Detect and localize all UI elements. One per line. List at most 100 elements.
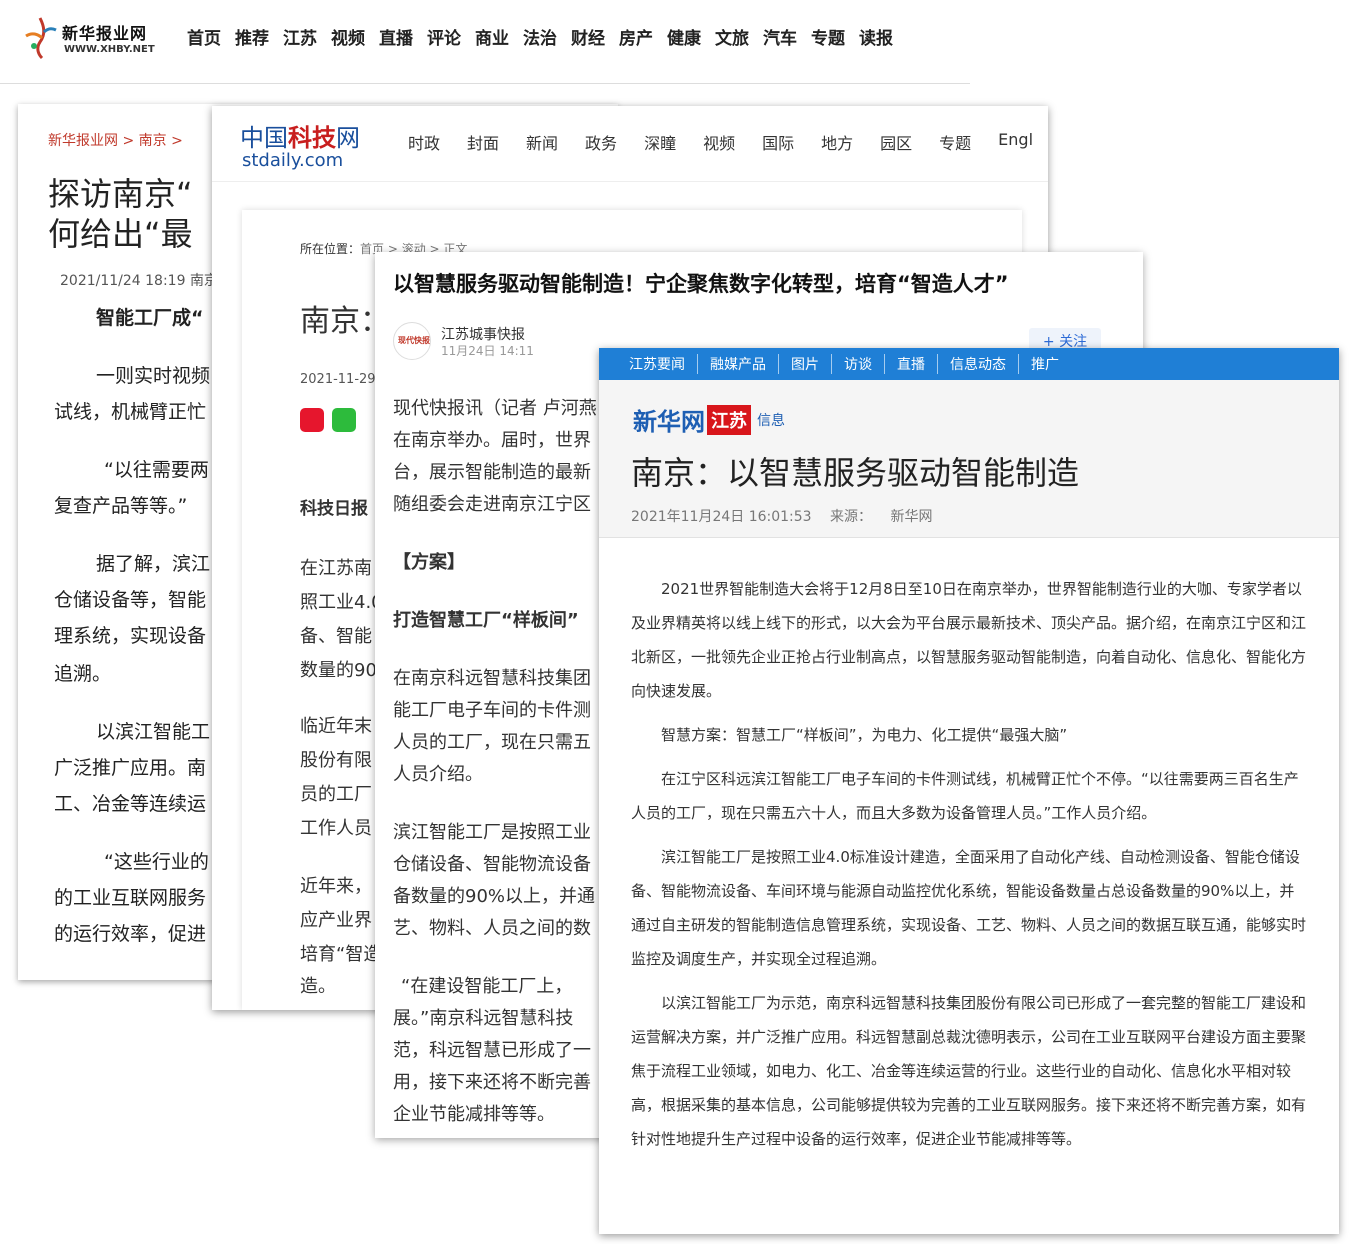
article-line: 广泛推广应用。南 <box>54 757 207 779</box>
nav-item-english[interactable]: Engl <box>998 130 1033 154</box>
xhnet-panel: 江苏要闻 融媒产品 图片 访谈 直播 信息动态 推广 新华网 江苏 信息 南京：以智… <box>599 348 1339 1234</box>
article-line: 一则实时视频 <box>96 365 211 387</box>
article-date: 2021-11-29 <box>300 372 376 387</box>
nav-item-recommend[interactable]: 推荐 <box>235 24 269 49</box>
xhnet-nav-bar: 江苏要闻 融媒产品 图片 访谈 直播 信息动态 推广 <box>599 348 1339 380</box>
logo-text: 网 <box>336 124 360 152</box>
article-line: 复查产品等等。” <box>54 495 188 517</box>
article-line: 在南京举办。届时，世界 <box>393 430 591 451</box>
nav-item-auto[interactable]: 汽车 <box>763 24 797 49</box>
article-line: 能工厂电子车间的卡件测 <box>393 700 591 721</box>
stdaily-logo-en: stdaily.com <box>242 150 344 171</box>
nav-item-topics[interactable]: 专题 <box>939 130 971 154</box>
nav-item-promotion[interactable]: 推广 <box>1018 354 1071 374</box>
nav-item-media-products[interactable]: 融媒产品 <box>697 354 778 374</box>
article-meta: 2021年11月24日 16:01:53 来源： 新华网 <box>631 506 947 526</box>
xhby-logo-icon <box>25 17 57 60</box>
nav-item-home[interactable]: 首页 <box>187 24 221 49</box>
xhby-site-name: 新华报业网 <box>62 24 148 43</box>
nav-item-law[interactable]: 法治 <box>523 24 557 49</box>
nav-item-live[interactable]: 直播 <box>379 24 413 49</box>
article-body: 2021世界智能制造大会将于12月8日至10日在南京举办，世界智能制造行业的大咖… <box>631 572 1309 1166</box>
nav-item-finance[interactable]: 财经 <box>571 24 605 49</box>
nav-item-government[interactable]: 政务 <box>585 130 617 154</box>
article-paragraph: 智慧方案：智慧工厂“样板间”，为电力、化工提供“最强大脑” <box>661 726 1068 744</box>
article-paragraph: 在江宁区科远滨江智能工厂电子车间的卡件测试线，机械臂正忙个不停。“以往需要两三百… <box>631 770 1299 822</box>
breadcrumb-label: 所在位置： <box>300 242 361 256</box>
article-line: 随组委会走进南京江宁区 <box>393 494 591 515</box>
article-line: 培育“智造 <box>300 944 382 965</box>
article-line: 工、冶金等连续运 <box>54 793 207 815</box>
article-line: 股份有限 <box>300 750 372 771</box>
nav-item-business[interactable]: 商业 <box>475 24 509 49</box>
nav-item-video[interactable]: 视频 <box>331 24 365 49</box>
nav-item-local[interactable]: 地方 <box>821 130 853 154</box>
stdaily-header: 中国科技网 stdaily.com 时政 封面 新闻 政务 深瞳 视频 国际 地… <box>212 106 1048 182</box>
xhnet-region-badge: 江苏 <box>707 405 751 435</box>
xhby-site-header: 新华报业网 WWW.XHBY.NET 首页 推荐 江苏 视频 直播 评论 商业 … <box>0 0 970 84</box>
publish-time: 11月24日 14:11 <box>441 344 534 358</box>
section-subheading: 打造智慧工厂“样板间” <box>393 610 579 631</box>
article-line: 仓储设备、智能物流设备 <box>393 854 591 875</box>
nav-item-photos[interactable]: 图片 <box>778 354 831 374</box>
weibo-icon[interactable] <box>300 408 324 432</box>
article-line: 工作人员 <box>300 818 372 839</box>
nav-item-insight[interactable]: 深瞳 <box>644 130 676 154</box>
article-line: 以滨江智能工 <box>96 721 211 743</box>
nav-item-politics[interactable]: 时政 <box>408 130 440 154</box>
nav-item-jiangsu[interactable]: 江苏 <box>283 24 317 49</box>
stdaily-logo[interactable]: 中国科技网 stdaily.com <box>240 116 370 176</box>
nav-item-parks[interactable]: 园区 <box>880 130 912 154</box>
xhnet-nav: 江苏要闻 融媒产品 图片 访谈 直播 信息动态 推广 <box>617 354 1071 374</box>
logo-text: 中国 <box>240 124 288 152</box>
article-line: 造。 <box>300 976 336 997</box>
article-datetime: 2021年11月24日 16:01:53 <box>631 509 812 525</box>
page-title: 以智慧服务驱动智能制造！宁企聚焦数字化转型，培育“智造人才” <box>393 272 1009 296</box>
article-line: 试线，机械臂正忙 <box>54 401 207 423</box>
nav-item-topics[interactable]: 专题 <box>811 24 845 49</box>
nav-item-comment[interactable]: 评论 <box>427 24 461 49</box>
author-name[interactable]: 江苏城事快报 <box>441 324 525 344</box>
nav-item-cover[interactable]: 封面 <box>467 130 499 154</box>
nav-item-international[interactable]: 国际 <box>762 130 794 154</box>
author-avatar[interactable]: 现代快报 <box>393 322 431 360</box>
article-line: 范，科远智慧已形成了一 <box>393 1040 591 1061</box>
article-line: 员的工厂 <box>300 784 372 805</box>
article-line: 仓储设备等，智能 <box>54 589 207 611</box>
avatar-text: 现代快报 <box>398 336 430 345</box>
article-line: 临近年末 <box>300 716 372 737</box>
source-label: 来源： <box>830 509 873 525</box>
nav-item-interviews[interactable]: 访谈 <box>831 354 884 374</box>
article-line: 艺、物料、人员之间的数 <box>393 918 591 939</box>
article-paragraph: 2021世界智能制造大会将于12月8日至10日在南京举办，世界智能制造行业的大咖… <box>631 580 1307 700</box>
nav-item-epaper[interactable]: 读报 <box>859 24 893 49</box>
breadcrumb[interactable]: 新华报业网 > 南京 > <box>48 130 183 150</box>
nav-item-realestate[interactable]: 房产 <box>619 24 653 49</box>
nav-item-news[interactable]: 新闻 <box>526 130 558 154</box>
xhby-site-url: WWW.XHBY.NET <box>64 44 155 55</box>
xhnet-logo[interactable]: 新华网 江苏 信息 <box>633 402 785 436</box>
article-line: “在建设智能工厂上， <box>401 976 573 997</box>
section-heading: 【方案】 <box>393 552 465 573</box>
nav-item-live[interactable]: 直播 <box>884 354 937 374</box>
article-line: 追溯。 <box>54 663 112 685</box>
article-meta: 2021/11/24 18:19 南京 <box>60 273 218 289</box>
nav-item-video[interactable]: 视频 <box>703 130 735 154</box>
nav-item-culture-travel[interactable]: 文旅 <box>715 24 749 49</box>
nav-item-health[interactable]: 健康 <box>667 24 701 49</box>
nav-item-jiangsu-news[interactable]: 江苏要闻 <box>617 354 697 374</box>
share-bar <box>300 408 356 432</box>
xhby-main-nav: 首页 推荐 江苏 视频 直播 评论 商业 法治 财经 房产 健康 文旅 汽车 专… <box>187 24 907 49</box>
article-line: 企业节能减排等等。 <box>393 1104 555 1125</box>
xhby-logo[interactable]: 新华报业网 WWW.XHBY.NET <box>22 14 182 64</box>
article-line: 在南京科远智慧科技集团 <box>393 668 591 689</box>
article-source: 新华网 <box>890 509 933 525</box>
article-line: 用，接下来还将不断完善 <box>393 1072 591 1093</box>
article-line: 备数量的90%以上，并通 <box>393 886 596 907</box>
nav-item-info-updates[interactable]: 信息动态 <box>937 354 1018 374</box>
article-line: “这些行业的 <box>104 851 209 873</box>
article-line: 的工业互联网服务 <box>54 887 207 909</box>
xhnet-section-label: 信息 <box>757 413 785 429</box>
page-title: 南京：以智慧服务驱动智能制造 <box>631 454 1080 492</box>
wechat-icon[interactable] <box>332 408 356 432</box>
